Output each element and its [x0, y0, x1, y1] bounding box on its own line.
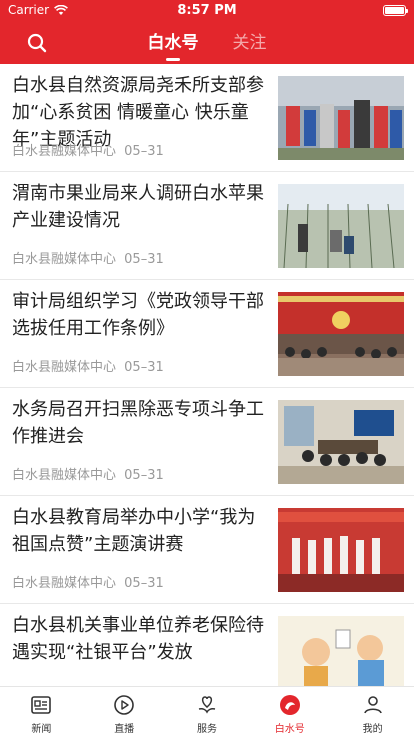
tabbar-item-live[interactable]: 直播 — [83, 687, 166, 736]
carrier-label: Carrier — [8, 3, 50, 17]
article-title: 水务局召开扫黑除恶专项斗争工作推进会 — [12, 399, 264, 447]
article-thumbnail — [278, 292, 404, 376]
status-time: 8:57 PM — [177, 2, 237, 18]
status-left: Carrier — [8, 3, 69, 17]
baishui-logo-icon — [279, 695, 300, 715]
tab-follow[interactable]: 关注 — [233, 28, 267, 57]
article-source: 白水县融媒体中心 — [12, 468, 117, 483]
article-meta: 白水县融媒体中心 05–31 — [12, 572, 164, 591]
article-date: 05–31 — [124, 468, 164, 483]
channel-tabs: 白水号 关注 — [148, 28, 267, 57]
article-thumbnail — [278, 508, 404, 592]
article-date: 05–31 — [124, 252, 164, 267]
tabbar-label: 白水号 — [274, 724, 305, 735]
tabbar-item-mine[interactable]: 我的 — [331, 687, 414, 736]
article-item[interactable]: 白水县自然资源局尧禾所支部参加“心系贫困 情暖童心 快乐童年”主题活动 白水县融… — [0, 64, 414, 172]
top-navbar: 白水号 关注 — [0, 20, 414, 64]
person-icon — [363, 696, 382, 714]
play-icon — [114, 695, 134, 715]
article-meta: 白水县融媒体中心 05–31 — [12, 464, 164, 483]
tabbar-item-service[interactable]: 服务 — [166, 687, 249, 736]
article-thumbnail — [278, 76, 404, 160]
article-meta: 白水县融媒体中心 05–31 — [12, 248, 164, 267]
article-item[interactable]: 渭南市果业局来人调研白水苹果产业建设情况 白水县融媒体中心 05–31 — [0, 172, 414, 280]
battery-icon — [383, 4, 408, 16]
tabbar-label: 服务 — [196, 724, 217, 735]
article-thumbnail — [278, 184, 404, 268]
article-item[interactable]: 白水县机关事业单位养老保险待遇实现“社银平台”发放 — [0, 604, 414, 686]
article-title: 白水县教育局举办中小学“我为祖国点赞”主题演讲赛 — [12, 507, 256, 555]
search-icon[interactable] — [26, 32, 48, 54]
article-item[interactable]: 白水县教育局举办中小学“我为祖国点赞”主题演讲赛 白水县融媒体中心 05–31 — [0, 496, 414, 604]
article-source: 白水县融媒体中心 — [12, 252, 117, 267]
article-item[interactable]: 审计局组织学习《党政领导干部选拔任用工作条例》 白水县融媒体中心 05–31 — [0, 280, 414, 388]
wifi-icon — [54, 4, 69, 15]
article-date: 05–31 — [124, 576, 164, 591]
article-source: 白水县融媒体中心 — [12, 144, 117, 159]
article-item[interactable]: 水务局召开扫黑除恶专项斗争工作推进会 白水县融媒体中心 05–31 — [0, 388, 414, 496]
article-title: 审计局组织学习《党政领导干部选拔任用工作条例》 — [12, 291, 264, 339]
tabbar-item-baishuihao[interactable]: 白水号 — [248, 687, 331, 736]
tabbar-label: 我的 — [362, 724, 383, 735]
bottom-tab-bar: 新闻 直播 服务 白水号 我的 — [0, 686, 414, 736]
article-date: 05–31 — [124, 144, 164, 159]
article-thumbnail — [278, 400, 404, 484]
tabbar-label: 直播 — [114, 724, 135, 735]
article-title: 白水县机关事业单位养老保险待遇实现“社银平台”发放 — [12, 615, 264, 663]
article-list: 白水县自然资源局尧禾所支部参加“心系贫困 情暖童心 快乐童年”主题活动 白水县融… — [0, 64, 414, 686]
article-date: 05–31 — [124, 360, 164, 375]
newspaper-icon — [31, 696, 52, 714]
heart-hand-icon — [198, 696, 216, 714]
article-source: 白水县融媒体中心 — [12, 576, 117, 591]
article-source: 白水县融媒体中心 — [12, 360, 117, 375]
status-bar: Carrier 8:57 PM — [0, 0, 414, 20]
article-title: 渭南市果业局来人调研白水苹果产业建设情况 — [12, 183, 264, 231]
tab-baishuihao[interactable]: 白水号 — [148, 28, 199, 57]
article-meta: 白水县融媒体中心 05–31 — [12, 140, 164, 159]
article-meta: 白水县融媒体中心 05–31 — [12, 356, 164, 375]
tabbar-label: 新闻 — [31, 724, 52, 735]
tabbar-item-news[interactable]: 新闻 — [0, 687, 83, 736]
article-thumbnail — [278, 616, 404, 686]
